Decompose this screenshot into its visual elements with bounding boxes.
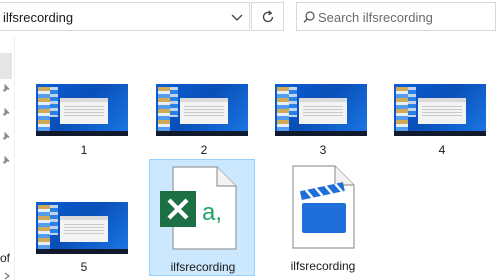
file-name: 1 <box>80 143 88 157</box>
refresh-icon <box>262 10 274 23</box>
image-thumbnail <box>275 84 367 136</box>
file-item-image[interactable]: 4 <box>388 80 496 160</box>
nav-selected-item[interactable] <box>0 53 12 79</box>
video-clapperboard-icon <box>292 165 355 249</box>
file-name: 2 <box>200 143 208 157</box>
pin-icon[interactable] <box>1 83 11 93</box>
file-item-image[interactable]: 3 <box>269 80 377 160</box>
address-bar[interactable]: ilfsrecording <box>0 2 250 31</box>
file-name: ilfsrecording <box>290 259 356 273</box>
search-placeholder: Search ilfsrecording <box>318 10 433 25</box>
image-thumbnail <box>394 84 486 136</box>
navigation-pane: of <box>0 36 14 280</box>
file-item-image[interactable]: 1 <box>30 80 138 160</box>
file-name: ilfsrecording <box>170 260 236 274</box>
refresh-button[interactable] <box>251 2 284 31</box>
pane-divider <box>14 36 15 280</box>
file-item-video[interactable]: ilfsrecording <box>269 159 377 276</box>
file-name: 3 <box>319 143 327 157</box>
search-icon <box>303 11 315 23</box>
file-item-image[interactable]: 2 <box>150 80 258 160</box>
pin-icon[interactable] <box>1 155 11 165</box>
file-item-image[interactable]: 5 <box>30 196 138 276</box>
address-path: ilfsrecording <box>3 10 74 25</box>
pin-icon[interactable] <box>1 107 11 117</box>
file-name: 5 <box>80 260 88 274</box>
file-item-csv[interactable]: a, ilfsrecording <box>149 159 255 276</box>
toolbar: ilfsrecording Search ilfsrecording <box>0 0 498 36</box>
pin-icon[interactable] <box>1 131 11 141</box>
excel-csv-icon: a, <box>160 166 237 250</box>
image-thumbnail <box>36 202 128 254</box>
image-thumbnail <box>156 84 248 136</box>
file-name: 4 <box>438 143 446 157</box>
image-thumbnail <box>36 84 128 136</box>
nav-item-fragment[interactable]: of <box>0 251 10 265</box>
chevron-right-icon[interactable] <box>3 272 11 280</box>
svg-text:a,: a, <box>202 199 222 226</box>
chevron-down-icon[interactable] <box>230 10 244 24</box>
search-box[interactable]: Search ilfsrecording <box>296 2 496 31</box>
